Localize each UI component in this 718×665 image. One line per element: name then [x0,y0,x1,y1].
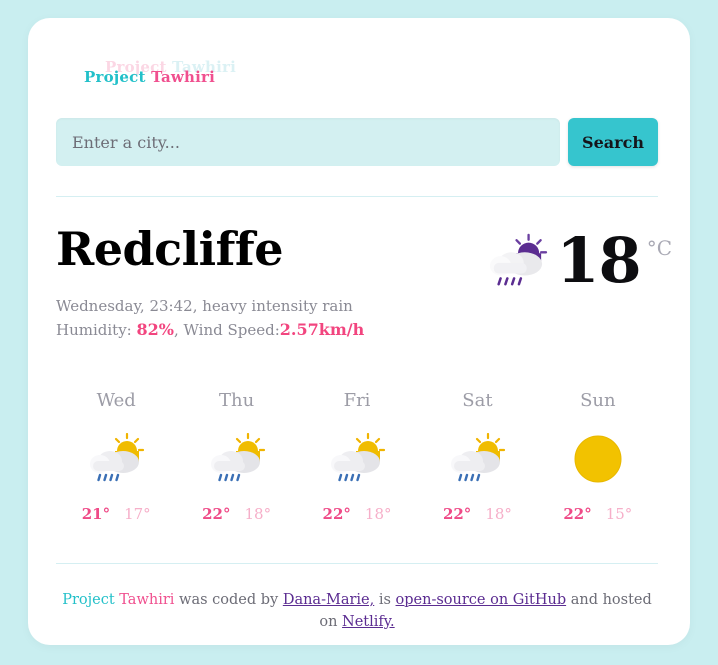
forecast-day-4: Sun 22° 15° [538,390,658,523]
forecast-day-2: Fri 22° 18° [297,390,417,523]
forecast-max-temp: 22° [202,505,231,523]
forecast-min-temp: 18° [244,505,272,523]
current-datetime-description: Wednesday, 23:42, heavy intensity rain [56,297,353,315]
divider-bottom [56,563,658,564]
footer-text-2: is [374,592,396,608]
forecast-row: Wed 21° 17° Thu 22° 18° Fri 22° 18° Sat … [56,390,658,523]
forecast-min-temp: 18° [364,505,392,523]
forecast-day-label: Sat [462,390,493,411]
current-weather-section: Redcliffe Wednesday, 23:42, heavy intens… [28,218,690,358]
humidity-value: 82% [136,319,174,339]
forecast-temps: 22° 18° [297,505,417,523]
current-humidity-wind: Humidity: 82%, Wind Speed:2.57km/h [56,318,364,342]
forecast-day-label: Wed [96,390,136,411]
forecast-day-3: Sat 22° 18° [417,390,537,523]
forecast-temps: 22° 18° [176,505,296,523]
wind-value: 2.57km/h [279,319,365,339]
forecast-min-temp: 17° [124,505,151,523]
humidity-label: Humidity: [56,320,137,339]
forecast-max-temp: 22° [442,505,472,523]
forecast-day-label: Sun [580,390,616,411]
sun-behind-rain-cloud-purple-icon [490,233,548,286]
city-name: Redcliffe [56,222,283,276]
forecast-min-temp: 15° [605,505,633,523]
forecast-min-temp: 18° [485,505,512,523]
clear-sun-icon [574,435,622,483]
current-weather-meta: Wednesday, 23:42, heavy intensity rain H… [56,296,364,342]
current-temperature-block: 18 °C [486,230,672,292]
current-temperature-unit: °C [646,236,672,260]
forecast-day-label: Fri [343,390,371,411]
forecast-day-label: Thu [219,390,255,411]
sun-behind-rain-cloud-icon [210,433,265,482]
forecast-max-temp: 22° [322,505,351,523]
sun-behind-rain-cloud-icon [451,433,506,482]
current-temperature-value: 18 [556,224,641,297]
wind-label: , Wind Speed: [173,320,280,339]
weather-app-card: Project Tawhiri Project Tawhiri Search R… [28,18,690,645]
footer-github-link[interactable]: open-source on GitHub [396,592,567,608]
app-logo-main[interactable]: Project Tawhiri [84,68,215,86]
search-input[interactable] [56,118,560,166]
forecast-day-0: Wed 21° 17° [56,390,176,523]
logo-tawhiri: Tawhiri [151,68,216,86]
footer-brand-tawhiri: Tawhiri [119,592,175,608]
forecast-temps: 21° 17° [56,505,176,523]
divider-top [56,196,658,197]
sun-behind-rain-cloud-icon [90,433,145,482]
footer: Project Tawhiri was coded by Dana-Marie,… [56,590,658,634]
footer-brand-project: Project [62,592,115,608]
footer-netlify-link[interactable]: Netlify. [342,614,395,630]
forecast-max-temp: 21° [81,505,111,523]
forecast-temps: 22° 15° [538,505,658,523]
sun-behind-rain-cloud-icon [331,433,386,482]
forecast-temps: 22° 18° [417,505,537,523]
forecast-max-temp: 22° [563,505,592,523]
logo-project: Project [84,68,146,86]
search-button[interactable]: Search [568,118,658,166]
footer-author-link[interactable]: Dana-Marie, [283,592,374,608]
footer-text-1: was coded by [174,592,283,608]
search-form: Search [56,118,658,166]
forecast-day-1: Thu 22° 18° [176,390,296,523]
app-logo: Project Tawhiri Project Tawhiri [56,38,376,88]
